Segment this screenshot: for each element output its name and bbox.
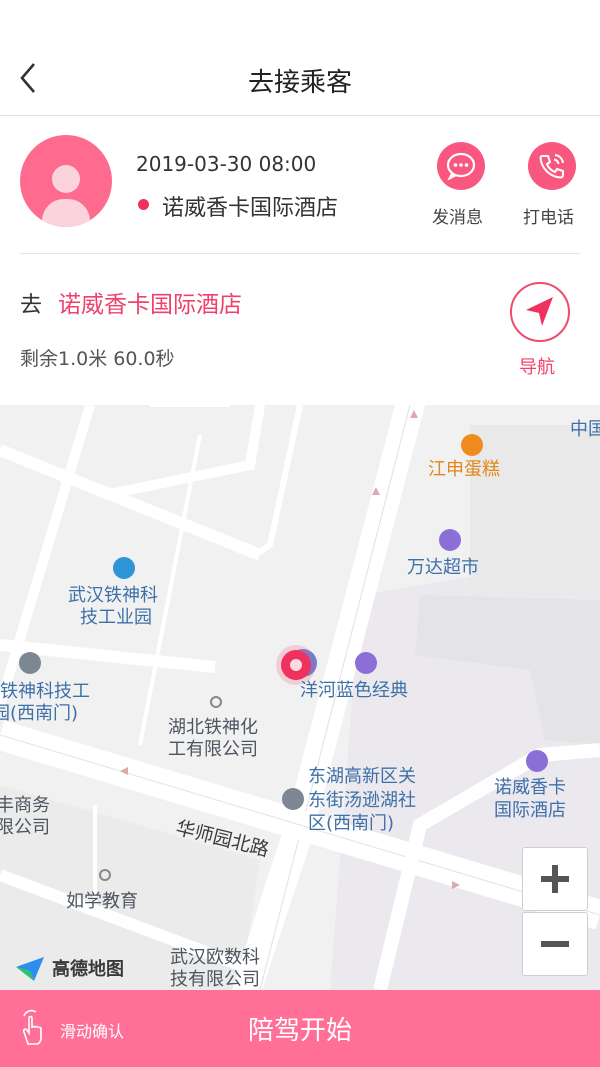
- top-bar: 去接乘客: [0, 40, 600, 116]
- map-poi-label: 技工业园: [80, 607, 152, 628]
- divider: [20, 253, 580, 254]
- amap-logo: 高德地图: [14, 953, 144, 983]
- page-title: 去接乘客: [247, 68, 352, 98]
- map-poi-label: 诺威香卡: [494, 777, 566, 798]
- map-poi-label: 丰商务: [0, 795, 50, 816]
- map-poi-label: 限公司: [0, 817, 50, 838]
- map-poi-label: 湖北铁神化: [168, 717, 258, 738]
- call-button[interactable]: [528, 142, 576, 190]
- map-poi-label: 区(西南门): [308, 813, 395, 834]
- map-poi-label: 中国: [570, 419, 600, 440]
- phone-icon: [539, 154, 564, 179]
- avatar: [20, 135, 112, 227]
- map-poi-label: 如学教育: [66, 891, 138, 912]
- message-button[interactable]: [437, 142, 485, 190]
- plus-icon: [541, 865, 569, 893]
- remaining-distance-time: 剩余1.0米 60.0秒: [20, 348, 175, 370]
- map-poi-label: 武汉铁神科: [68, 585, 158, 606]
- swipe-confirm-bar[interactable]: 滑动确认 陪驾开始: [0, 990, 600, 1067]
- call-label[interactable]: 打电话: [523, 203, 574, 228]
- destination-prefix: 去: [20, 293, 43, 318]
- map-poi-label: 万达超市: [407, 557, 479, 578]
- pickup-time: 2019-03-30 08:00: [136, 152, 317, 176]
- map-poi-label: 铁神科技工: [0, 681, 90, 702]
- amap-logo-icon: [16, 957, 44, 981]
- minus-icon: [541, 941, 569, 947]
- map-poi-label: 园(西南门): [0, 703, 79, 724]
- map-view[interactable]: 中国 江申蛋糕 万达超市 武汉铁神科 技工业园 铁神科技工 园(西南门) 洋河蓝…: [0, 405, 600, 990]
- chat-bubble-icon: [446, 152, 476, 181]
- navigation-arrow-icon: [526, 297, 553, 326]
- map-poi-label: 武汉欧数科: [170, 947, 260, 968]
- map-poi-label: 技有限公司: [170, 969, 260, 990]
- zoom-in-button[interactable]: [522, 847, 588, 911]
- zoom-out-button[interactable]: [522, 912, 588, 976]
- destination-name: 诺威香卡国际酒店: [58, 292, 242, 318]
- message-label[interactable]: 发消息: [432, 203, 483, 228]
- map-poi-label: 东街汤逊湖社: [308, 790, 416, 811]
- navigation-label[interactable]: 导航: [519, 353, 555, 379]
- pickup-location: 诺威香卡国际酒店: [162, 196, 339, 221]
- map-poi-label: 东湖高新区关: [308, 766, 416, 787]
- navigation-button[interactable]: [510, 282, 570, 342]
- map-poi-label: 江申蛋糕: [428, 459, 500, 480]
- map-poi-label: 国际酒店: [494, 800, 566, 821]
- map-poi-label: 洋河蓝色经典: [300, 680, 408, 701]
- start-ride-label: 陪驾开始: [247, 1016, 352, 1046]
- map-poi-label: 工有限公司: [168, 739, 258, 760]
- location-dot-icon: [138, 199, 149, 210]
